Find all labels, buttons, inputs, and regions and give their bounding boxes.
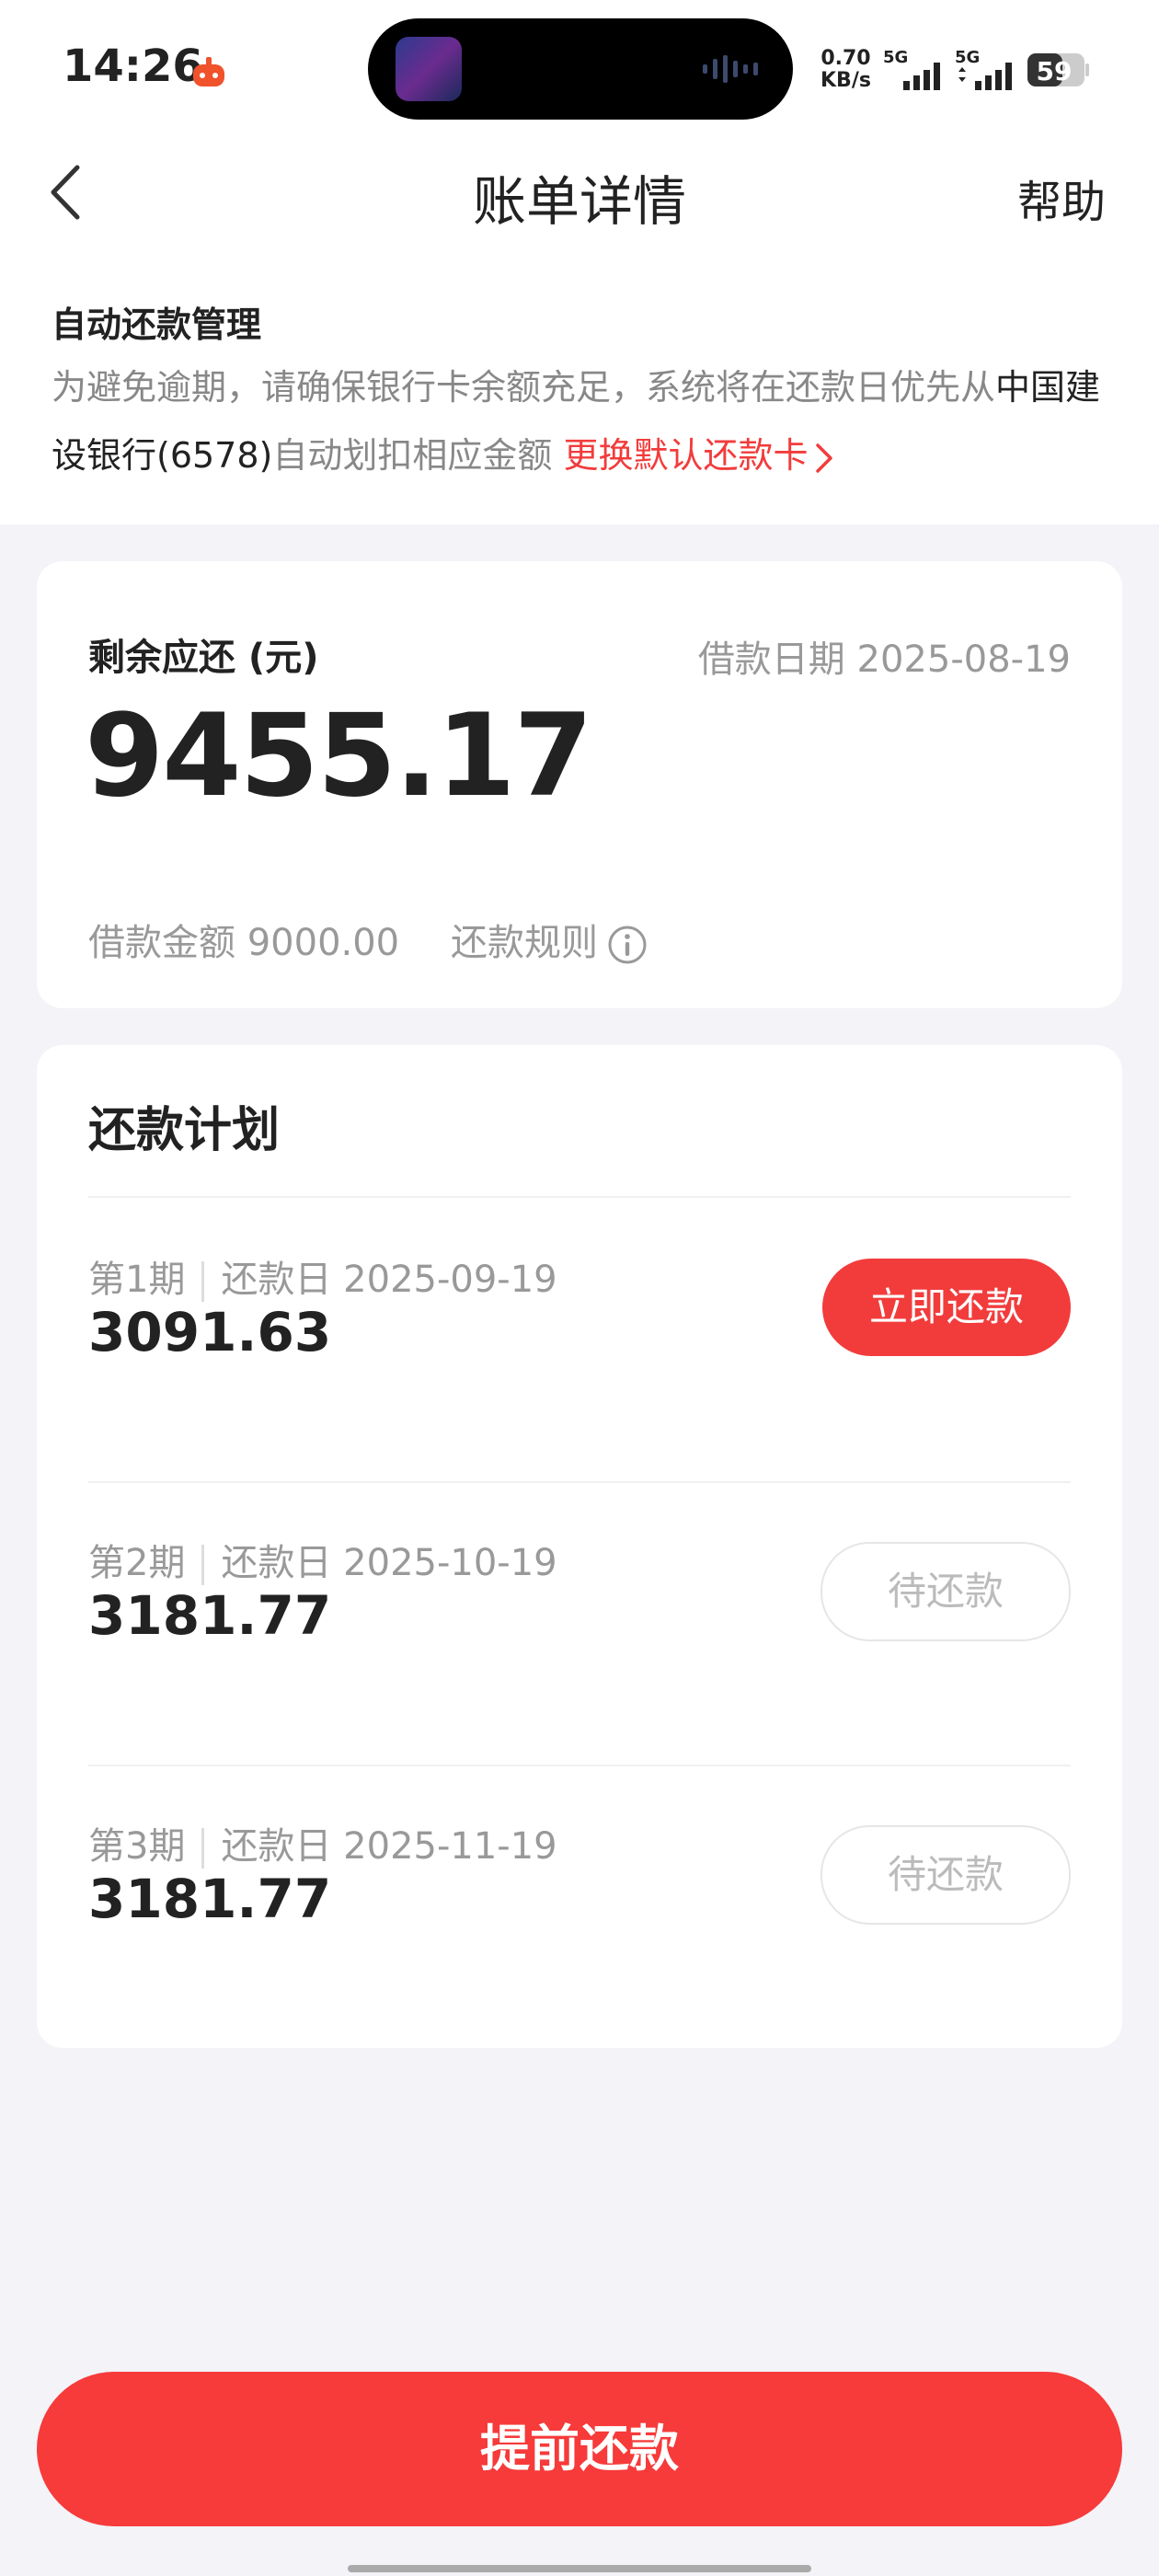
rules-label: 还款规则 [451, 922, 598, 964]
media-thumbnail [396, 37, 462, 101]
separator [201, 1545, 205, 1585]
loan-date-label: 借款日期 [697, 638, 845, 681]
network-speed: 0.70 KB/s [820, 48, 871, 92]
info-icon [608, 926, 647, 964]
auto-repay-description: 为避免逾期，请确保银行卡余额充足，系统将在还款日优先从中国建设银行(6578)自… [52, 353, 1109, 489]
installment-row: 第3期 还款日 2025-11-19 3181.77 待还款 [37, 1765, 1122, 2041]
audio-wave-icon [703, 55, 758, 83]
plan-title: 还款计划 [88, 1103, 281, 1158]
installment-meta: 第3期 还款日 2025-11-19 [88, 1816, 557, 1869]
installment-amount: 3091.63 [88, 1301, 332, 1363]
installment-period: 第2期 [88, 1542, 186, 1584]
loan-amount: 借款金额 9000.00 [88, 913, 399, 966]
remaining-label: 剩余应还 (元) [88, 637, 319, 679]
auto-repay-desc-suffix: 自动划扣相应金额 [272, 435, 553, 476]
due-date: 2025-11-19 [343, 1825, 557, 1868]
status-bar: 14:26 0.70 KB/s 5G 5G 59 [0, 0, 1159, 138]
notification-app-icon [193, 57, 224, 86]
repayment-plan-card: 还款计划 第1期 还款日 2025-09-19 3091.63 立即还款 第2期还… [37, 1045, 1122, 2048]
auto-repay-desc-prefix: 为避免逾期，请确保银行卡余额充足，系统将在还款日优先从 [52, 367, 996, 408]
due-label: 还款日 [221, 1825, 332, 1868]
sim1-label: 5G [883, 48, 908, 67]
loan-amount-label: 借款金额 [88, 922, 235, 964]
installment-row: 第1期 还款日 2025-09-19 3091.63 立即还款 [37, 1198, 1122, 1474]
installment-meta: 第2期 还款日 2025-10-19 [88, 1533, 557, 1586]
chevron-right-icon [816, 443, 833, 473]
remaining-amount: 9455.17 [85, 690, 593, 822]
installment-period: 第3期 [88, 1825, 186, 1868]
installment-period: 第1期 [88, 1259, 186, 1301]
loan-date: 借款日期 2025-08-19 [698, 629, 1071, 683]
pending-repayment-button[interactable]: 待还款 [820, 1825, 1071, 1925]
dynamic-island[interactable] [368, 18, 793, 120]
network-speed-value: 0.70 [820, 47, 871, 70]
due-date: 2025-10-19 [343, 1542, 557, 1584]
signal-sim2-icon: 5G [955, 48, 1012, 90]
pending-repayment-button[interactable]: 待还款 [820, 1542, 1071, 1641]
repayment-rules-link[interactable]: 还款规则 [451, 913, 648, 966]
change-card-link[interactable]: 更换默认还款卡 [563, 435, 835, 476]
auto-repay-title: 自动还款管理 [52, 305, 262, 345]
separator [201, 1828, 205, 1869]
help-button[interactable]: 帮助 [1017, 166, 1106, 230]
installment-amount: 3181.77 [88, 1868, 332, 1930]
network-speed-unit: KB/s [820, 69, 871, 92]
page-title: 账单详情 [472, 170, 686, 233]
due-label: 还款日 [221, 1259, 332, 1301]
signal-sim1-icon: 5G [883, 48, 940, 90]
home-indicator[interactable] [348, 2565, 811, 2572]
battery-level: 59 [1037, 56, 1073, 86]
installment-meta: 第1期 还款日 2025-09-19 [88, 1249, 557, 1303]
battery-icon: 59 [1027, 53, 1089, 86]
loan-amount-value: 9000.00 [247, 922, 400, 964]
change-card-label: 更换默认还款卡 [563, 435, 809, 476]
due-date: 2025-09-19 [343, 1259, 557, 1301]
loan-date-value: 2025-08-19 [856, 638, 1071, 681]
installment-row: 第2期 还款日 2025-10-19 3181.77 待还款 [37, 1481, 1122, 1757]
installment-amount: 3181.77 [88, 1584, 332, 1647]
pay-now-button[interactable]: 立即还款 [822, 1259, 1071, 1356]
status-time: 14:26 [63, 40, 203, 92]
prepay-button[interactable]: 提前还款 [37, 2372, 1122, 2526]
sim2-label: 5G [955, 48, 980, 67]
separator [201, 1261, 205, 1302]
due-label: 还款日 [221, 1542, 332, 1584]
summary-card: 剩余应还 (元) 借款日期 2025-08-19 9455.17 借款金额 90… [37, 561, 1122, 1008]
